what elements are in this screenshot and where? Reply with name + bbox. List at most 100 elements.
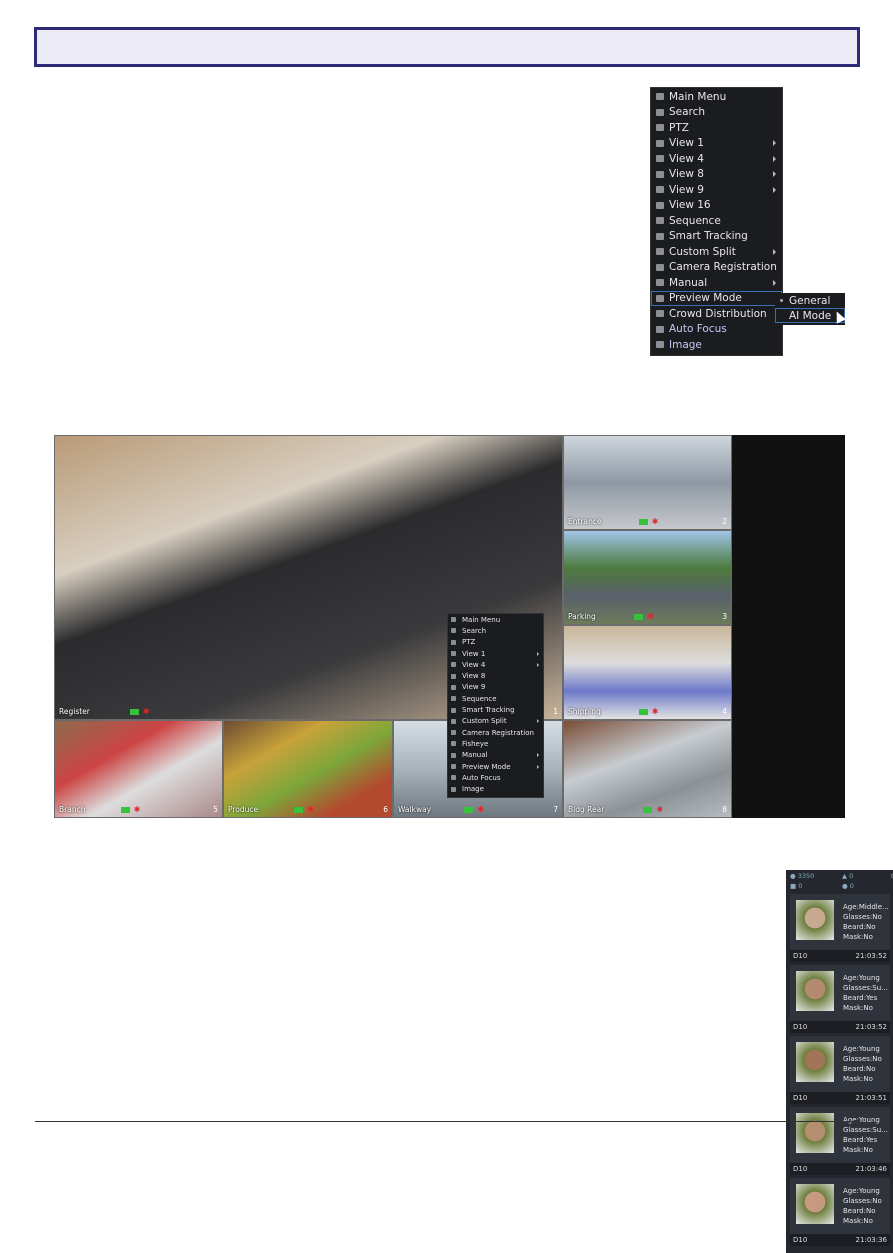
menu-item-manual[interactable]: Manual bbox=[651, 275, 782, 291]
menu-item-label: Main Menu bbox=[462, 615, 501, 624]
camera-tile[interactable]: Branch ✱ 5 bbox=[54, 720, 223, 818]
beard-attr: Beard:No bbox=[843, 1065, 876, 1073]
timestamp: 21:03:52 bbox=[855, 952, 887, 960]
channel-number: 3 bbox=[722, 612, 727, 621]
menu-item-label: Preview Mode bbox=[462, 762, 511, 771]
face-thumbnail bbox=[796, 1113, 834, 1153]
camera-name: Walkway bbox=[398, 805, 432, 814]
people-count: ● 3350 bbox=[790, 872, 815, 880]
ptz-camera-icon bbox=[656, 124, 664, 132]
search-icon bbox=[656, 108, 664, 116]
menu-item-custom-split[interactable]: Custom Split bbox=[448, 716, 543, 727]
chevron-right-icon bbox=[773, 140, 776, 147]
menu-item-camera-registration[interactable]: Camera Registration bbox=[651, 260, 782, 276]
face-card[interactable]: Age:Middle... Glasses:No Beard:No Mask:N… bbox=[790, 894, 890, 962]
custom-split-icon bbox=[451, 718, 456, 724]
menu-item-label: View 1 bbox=[669, 137, 704, 150]
menu-item-fisheye[interactable]: Fisheye bbox=[448, 738, 543, 749]
submenu-label: AI Mode bbox=[789, 309, 832, 322]
camera-name: Register bbox=[59, 707, 90, 716]
menu-item-preview-mode[interactable]: Preview Mode bbox=[448, 761, 543, 772]
menu-item-label: PTZ bbox=[462, 638, 476, 647]
menu-item-label: Image bbox=[462, 785, 484, 794]
age-attr: Age:Young bbox=[843, 1116, 880, 1124]
channel-label: D10 bbox=[793, 952, 808, 960]
menu-item-auto-focus[interactable]: Auto Focus bbox=[651, 322, 782, 338]
menu-item-sequence[interactable]: Sequence bbox=[651, 213, 782, 229]
camera-tile[interactable]: Entrance ✱ 2 bbox=[563, 435, 732, 530]
view-4-icon bbox=[451, 662, 456, 668]
menu-item-custom-split[interactable]: Custom Split bbox=[651, 244, 782, 260]
menu-item-label: View 9 bbox=[669, 183, 704, 196]
camera-tile[interactable]: Bldg Rear ✱ 8 bbox=[563, 720, 732, 818]
chevron-right-icon bbox=[537, 662, 539, 667]
split-icon bbox=[656, 248, 664, 256]
face-card[interactable]: Age:Young Glasses:No Beard:No Mask:No D1… bbox=[790, 1036, 890, 1104]
face-card[interactable]: Age:Young Glasses:Su... Beard:Yes Mask:N… bbox=[790, 965, 890, 1033]
menu-item-view-1[interactable]: View 1 bbox=[448, 648, 543, 659]
non-motor-count: ■ 0 bbox=[790, 882, 803, 890]
camera-tile[interactable]: Shipping ✱ 4 bbox=[563, 625, 732, 720]
auto-focus-icon bbox=[451, 775, 456, 781]
submenu-item-general[interactable]: General bbox=[775, 293, 845, 308]
menu-item-crowd-distribution[interactable]: Crowd Distribution bbox=[651, 306, 782, 322]
menu-item-auto-focus[interactable]: Auto Focus bbox=[448, 772, 543, 783]
menu-item-label: View 4 bbox=[669, 152, 704, 165]
menu-item-search[interactable]: Search bbox=[651, 105, 782, 121]
menu-item-ptz[interactable]: PTZ bbox=[651, 120, 782, 136]
menu-item-label: PTZ bbox=[669, 121, 689, 134]
chevron-right-icon bbox=[773, 171, 776, 178]
view-4-icon bbox=[656, 155, 664, 163]
menu-item-search[interactable]: Search bbox=[448, 625, 543, 636]
menu-item-smart-tracking[interactable]: Smart Tracking bbox=[651, 229, 782, 245]
menu-item-sequence[interactable]: Sequence bbox=[448, 693, 543, 704]
record-icon bbox=[638, 709, 648, 715]
chevron-right-icon bbox=[773, 155, 776, 162]
chevron-right-icon bbox=[537, 719, 539, 724]
chevron-right-icon bbox=[773, 248, 776, 255]
view-1-icon bbox=[451, 651, 456, 657]
timestamp: 21:03:46 bbox=[855, 1165, 887, 1173]
manual-icon bbox=[656, 279, 664, 287]
age-attr: Age:Young bbox=[843, 974, 880, 982]
menu-item-view-8[interactable]: View 8 bbox=[448, 670, 543, 681]
menu-item-camera-registration[interactable]: Camera Registration bbox=[448, 727, 543, 738]
menu-item-smart-tracking[interactable]: Smart Tracking bbox=[448, 704, 543, 715]
menu-item-label: View 16 bbox=[669, 199, 711, 212]
menu-item-manual[interactable]: Manual bbox=[448, 750, 543, 761]
menu-item-label: View 4 bbox=[462, 660, 486, 669]
menu-item-view-1[interactable]: View 1 bbox=[651, 136, 782, 152]
menu-item-preview-mode[interactable]: Preview Mode bbox=[651, 290, 782, 306]
timestamp: 21:03:51 bbox=[855, 1094, 887, 1102]
beard-attr: Beard:No bbox=[843, 923, 876, 931]
image-icon bbox=[656, 341, 664, 349]
menu-item-main-menu[interactable]: Main Menu bbox=[651, 89, 782, 105]
menu-item-main-menu[interactable]: Main Menu bbox=[448, 614, 543, 625]
camera-tile[interactable]: Produce ✱ 6 bbox=[223, 720, 393, 818]
record-icon bbox=[129, 709, 139, 715]
menu-item-view-16[interactable]: View 16 bbox=[651, 198, 782, 214]
view-9-icon bbox=[656, 186, 664, 194]
search-icon bbox=[451, 628, 456, 634]
menu-item-view-9[interactable]: View 9 bbox=[651, 182, 782, 198]
channel-label: D10 bbox=[793, 1023, 808, 1031]
menu-item-label: Crowd Distribution bbox=[669, 307, 767, 320]
menu-item-image[interactable]: Image bbox=[448, 783, 543, 794]
sequence-icon bbox=[656, 217, 664, 225]
face-card[interactable]: Age:Young Glasses:No Beard:No Mask:No D1… bbox=[790, 1178, 890, 1246]
menu-item-ptz[interactable]: PTZ bbox=[448, 637, 543, 648]
menu-item-view-4[interactable]: View 4 bbox=[448, 659, 543, 670]
menu-item-view-8[interactable]: View 8 bbox=[651, 167, 782, 183]
face-thumbnail bbox=[796, 1184, 834, 1224]
channel-label: D10 bbox=[793, 1094, 808, 1102]
menu-item-view-4[interactable]: View 4 bbox=[651, 151, 782, 167]
camera-registration-icon bbox=[451, 730, 456, 736]
menu-item-label: Sequence bbox=[462, 694, 497, 703]
menu-item-view-9[interactable]: View 9 bbox=[448, 682, 543, 693]
image-icon bbox=[451, 786, 456, 792]
face-card[interactable]: Age:Young Glasses:Su... Beard:Yes Mask:N… bbox=[790, 1107, 890, 1175]
monitor-icon bbox=[656, 294, 664, 302]
age-attr: Age:Young bbox=[843, 1045, 880, 1053]
menu-item-image[interactable]: Image bbox=[651, 337, 782, 353]
camera-tile[interactable]: Parking ✱ 3 bbox=[563, 530, 732, 625]
